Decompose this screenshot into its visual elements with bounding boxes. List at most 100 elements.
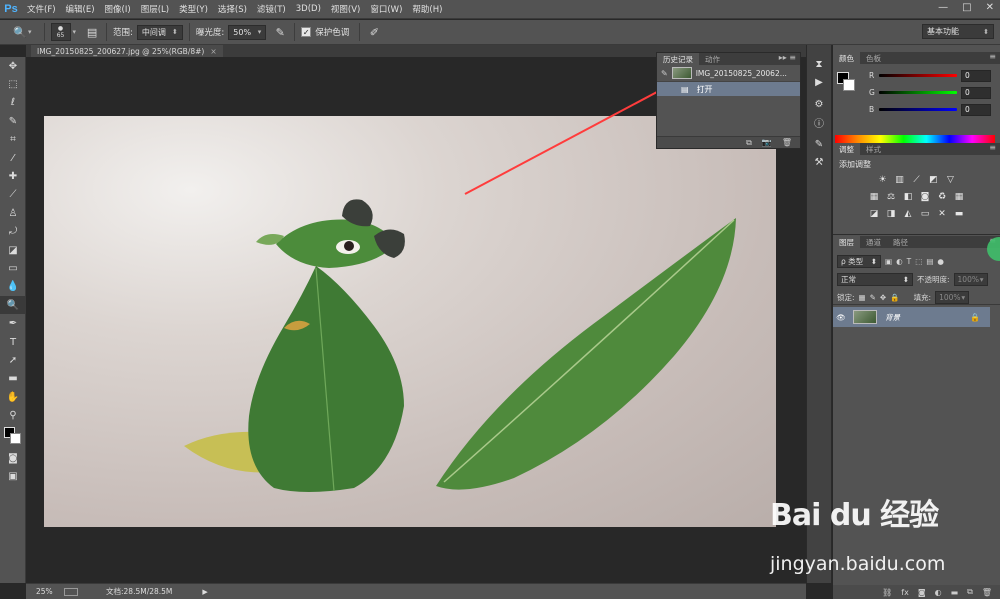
layer-row-background[interactable]: 👁 背景 🔒 [833,307,990,327]
brush-presets-icon[interactable]: ✎ [807,135,831,153]
dodge-tool-icon[interactable]: 🔍 [0,296,26,315]
new-group-icon[interactable]: ▬ [951,588,959,597]
history-state-open[interactable]: ▤ 打开 [657,82,800,96]
layer-name[interactable]: 背景 [885,312,900,323]
properties-panel-icon[interactable]: ⚙ [807,95,831,113]
quick-mask-icon[interactable]: ◙ [0,449,26,467]
trash-icon[interactable]: 🗑 [782,138,792,147]
info-panel-icon[interactable]: ⓘ [807,113,831,131]
move-tool-icon[interactable]: ✥ [0,57,26,75]
green-slider[interactable] [879,91,957,94]
shadows-highlights-icon[interactable]: ▬ [953,208,965,220]
brush-tool-icon[interactable]: ⟋ [0,186,26,204]
tab-adjustments[interactable]: 调整 [833,143,860,155]
document-tab[interactable]: IMG_20150825_200627.jpg @ 25%(RGB/8#) × [31,45,223,57]
menu-image[interactable]: 图像(I) [100,3,136,15]
color-swatches[interactable] [0,425,26,449]
menu-file[interactable]: 文件(F) [22,3,61,15]
gradient-map-icon[interactable]: ▭ [919,208,931,220]
menu-type[interactable]: 类型(Y) [174,3,213,15]
path-select-tool-icon[interactable]: ➚ [0,351,26,369]
pressure-size-icon[interactable]: ✐ [366,24,382,40]
close-window-button[interactable]: ✕ [986,2,994,13]
workspace-select[interactable]: 基本功能 ⬍ [922,24,994,39]
tab-swatches[interactable]: 色板 [860,52,887,64]
close-tab-icon[interactable]: × [210,47,216,56]
layer-filter-select[interactable]: ρ 类型 ⬍ [837,254,881,268]
screen-mode-icon[interactable]: ▣ [0,467,26,485]
menu-3d[interactable]: 3D(D) [291,4,326,14]
add-mask-icon[interactable]: ◙ [918,588,926,597]
history-brush-source-icon[interactable]: ✎ [661,69,668,78]
color-balance-icon[interactable]: ⚖ [885,191,897,203]
blue-value-input[interactable]: 0 [961,103,991,116]
filter-type-icon[interactable]: T [907,257,912,266]
panel-menu-icon[interactable]: ≡ [989,52,996,61]
brush-panel-toggle-icon[interactable]: ▤ [84,24,100,40]
levels-icon[interactable]: ▥ [894,174,906,186]
blend-mode-select[interactable]: 正常 ⬍ [837,272,913,286]
exposure-input[interactable]: 50% ▾ [228,24,267,40]
rectangle-tool-icon[interactable]: ▬ [0,370,26,388]
visibility-eye-icon[interactable]: 👁 [833,313,849,322]
tab-layers[interactable]: 图层 [833,236,860,248]
tab-color[interactable]: 颜色 [833,52,860,64]
menu-help[interactable]: 帮助(H) [407,3,447,15]
tab-paths[interactable]: 路径 [887,236,914,248]
lock-all-icon[interactable]: 🔒 [890,293,899,302]
hand-tool-icon[interactable]: ✋ [0,388,26,406]
lock-image-icon[interactable]: ✎ [870,293,876,302]
gradient-tool-icon[interactable]: ▭ [0,259,26,277]
layer-style-icon[interactable]: fx [901,588,909,597]
opacity-input[interactable]: 100% ▾ [953,272,988,286]
posterize-icon[interactable]: ◨ [885,208,897,220]
red-value-input[interactable]: 0 [961,69,991,82]
panel-menu-icon[interactable]: ≡ [989,143,996,152]
tab-actions[interactable]: 动作 [699,53,726,65]
invert-icon[interactable]: ◪ [868,208,880,220]
clone-stamp-tool-icon[interactable]: ♙ [0,204,26,222]
blue-slider[interactable] [879,108,957,111]
status-menu-arrow-icon[interactable]: ▶ [202,588,207,596]
quick-select-tool-icon[interactable]: ✎ [0,112,26,130]
brush-picker-arrow-icon[interactable]: ▾ [73,28,77,36]
tab-history[interactable]: 历史记录 [657,53,699,65]
filter-pixel-icon[interactable]: ▣ [885,257,892,266]
new-snapshot-icon[interactable]: 📷 [762,138,772,147]
trash-icon[interactable]: 🗑 [982,588,992,597]
tab-channels[interactable]: 通道 [860,236,887,248]
lasso-tool-icon[interactable]: ℓ [0,94,26,112]
brightness-icon[interactable]: ☀ [877,174,889,186]
color-lookup-icon[interactable]: ▦ [953,191,965,203]
document-image[interactable] [44,116,776,527]
vibrance-icon[interactable]: ▽ [945,174,957,186]
selective-color-icon[interactable]: ✕ [936,208,948,220]
brush-size-picker[interactable]: ● 65 [50,23,71,41]
black-white-icon[interactable]: ◧ [902,191,914,203]
menu-edit[interactable]: 编辑(E) [61,3,100,15]
history-snapshot[interactable]: ✎ IMG_20150825_20062... [657,65,800,82]
filter-adjustment-icon[interactable]: ◐ [896,257,903,266]
exposure-icon[interactable]: ◩ [928,174,940,186]
new-document-from-state-icon[interactable]: ⧉ [746,138,752,148]
panel-menu-icon[interactable]: ▸▸ ≡ [779,53,796,62]
zoom-tool-icon[interactable]: ⚲ [0,406,26,424]
maximize-button[interactable]: □ [962,2,971,13]
eraser-tool-icon[interactable]: ◪ [0,241,26,259]
tab-styles[interactable]: 样式 [860,143,887,155]
fill-input[interactable]: 100% ▾ [935,290,970,304]
healing-brush-tool-icon[interactable]: ✚ [0,167,26,185]
minimize-button[interactable]: — [938,2,948,13]
photo-filter-icon[interactable]: ◙ [919,191,931,203]
menu-select[interactable]: 选择(S) [213,3,252,15]
eyedropper-tool-icon[interactable]: ⁄ [0,149,26,167]
red-slider[interactable] [879,74,957,77]
lock-position-icon[interactable]: ✥ [880,293,886,302]
filter-shape-icon[interactable]: ⬚ [915,257,922,266]
range-select[interactable]: 中间调 ⬍ [136,24,183,40]
link-layers-icon[interactable]: ⛓ [882,588,892,597]
new-adjustment-layer-icon[interactable]: ◐ [935,588,942,597]
new-layer-icon[interactable]: ⧉ [967,587,973,597]
channel-mixer-icon[interactable]: ♻ [936,191,948,203]
protect-tones-checkbox[interactable]: ✓ [301,27,312,37]
